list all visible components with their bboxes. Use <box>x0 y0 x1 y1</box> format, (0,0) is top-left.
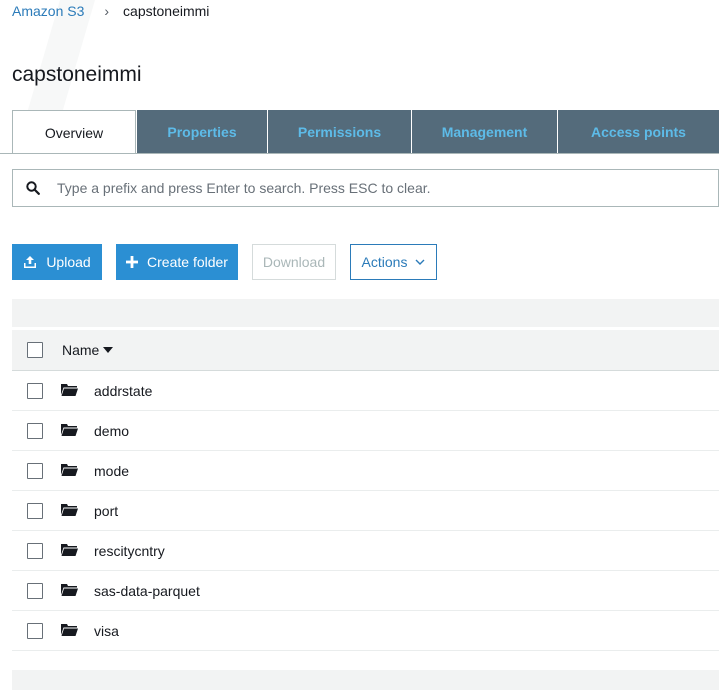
folder-name-link[interactable]: rescitycntry <box>94 543 165 559</box>
table-row[interactable]: addrstate <box>12 371 719 411</box>
row-checkbox[interactable] <box>27 542 43 559</box>
table-row[interactable]: sas-data-parquet <box>12 571 719 611</box>
search-input[interactable] <box>53 180 718 196</box>
tab-divider <box>0 153 719 154</box>
folder-open-icon <box>61 383 78 401</box>
row-checkbox[interactable] <box>27 582 43 599</box>
folder-name-link[interactable]: demo <box>94 423 129 439</box>
tab-overview[interactable]: Overview <box>12 110 136 154</box>
folder-name-link[interactable]: mode <box>94 463 129 479</box>
upload-button[interactable]: Upload <box>12 244 102 280</box>
name-column-header[interactable]: Name <box>62 342 114 358</box>
plus-icon <box>126 256 139 268</box>
tab-permissions[interactable]: Permissions <box>267 110 411 153</box>
create-folder-button[interactable]: Create folder <box>116 244 238 280</box>
search-icon <box>13 181 53 195</box>
tab-management[interactable]: Management <box>411 110 557 153</box>
folder-name-link[interactable]: port <box>94 503 118 519</box>
name-column-label: Name <box>62 342 100 358</box>
row-checkbox[interactable] <box>27 622 43 639</box>
breadcrumb-root-link[interactable]: Amazon S3 <box>12 3 84 19</box>
table-row[interactable]: demo <box>12 411 719 451</box>
table-row[interactable]: mode <box>12 451 719 491</box>
row-checkbox[interactable] <box>27 422 43 439</box>
tab-bar: Overview Properties Permissions Manageme… <box>12 110 719 154</box>
actions-button[interactable]: Actions <box>350 244 437 280</box>
create-folder-label: Create folder <box>147 254 228 270</box>
folder-name-link[interactable]: addrstate <box>94 383 152 399</box>
search-bar <box>12 169 719 207</box>
breadcrumb-separator-icon: › <box>104 3 110 19</box>
folder-open-icon <box>61 543 78 561</box>
row-checkbox[interactable] <box>27 382 43 399</box>
breadcrumb-current: capstoneimmi <box>123 3 210 19</box>
table-toolbar-strip <box>12 299 719 327</box>
breadcrumb: Amazon S3 › capstoneimmi <box>12 1 209 21</box>
sort-desc-icon <box>103 347 114 353</box>
folder-open-icon <box>61 423 78 441</box>
folder-open-icon <box>61 583 78 601</box>
upload-icon <box>23 255 37 269</box>
upload-label: Upload <box>46 254 91 270</box>
table-row[interactable]: rescitycntry <box>12 531 719 571</box>
folder-open-icon <box>61 463 78 481</box>
tab-properties[interactable]: Properties <box>136 110 267 153</box>
row-checkbox[interactable] <box>27 462 43 479</box>
folder-open-icon <box>61 503 78 521</box>
download-button[interactable]: Download <box>252 244 336 280</box>
table-header: Name <box>12 330 719 371</box>
tab-access-points[interactable]: Access points <box>557 110 719 153</box>
object-list: addrstate demo mode port rescitycntry sa <box>12 371 719 651</box>
chevron-down-icon <box>415 259 425 265</box>
actions-label: Actions <box>361 254 408 270</box>
page-title: capstoneimmi <box>12 63 142 86</box>
folder-name-link[interactable]: visa <box>94 623 119 639</box>
table-footer-strip <box>12 670 719 690</box>
table-row[interactable]: port <box>12 491 719 531</box>
folder-name-link[interactable]: sas-data-parquet <box>94 583 200 599</box>
table-row[interactable]: visa <box>12 611 719 651</box>
row-checkbox[interactable] <box>27 502 43 519</box>
folder-open-icon <box>61 623 78 641</box>
select-all-checkbox[interactable] <box>27 342 43 358</box>
